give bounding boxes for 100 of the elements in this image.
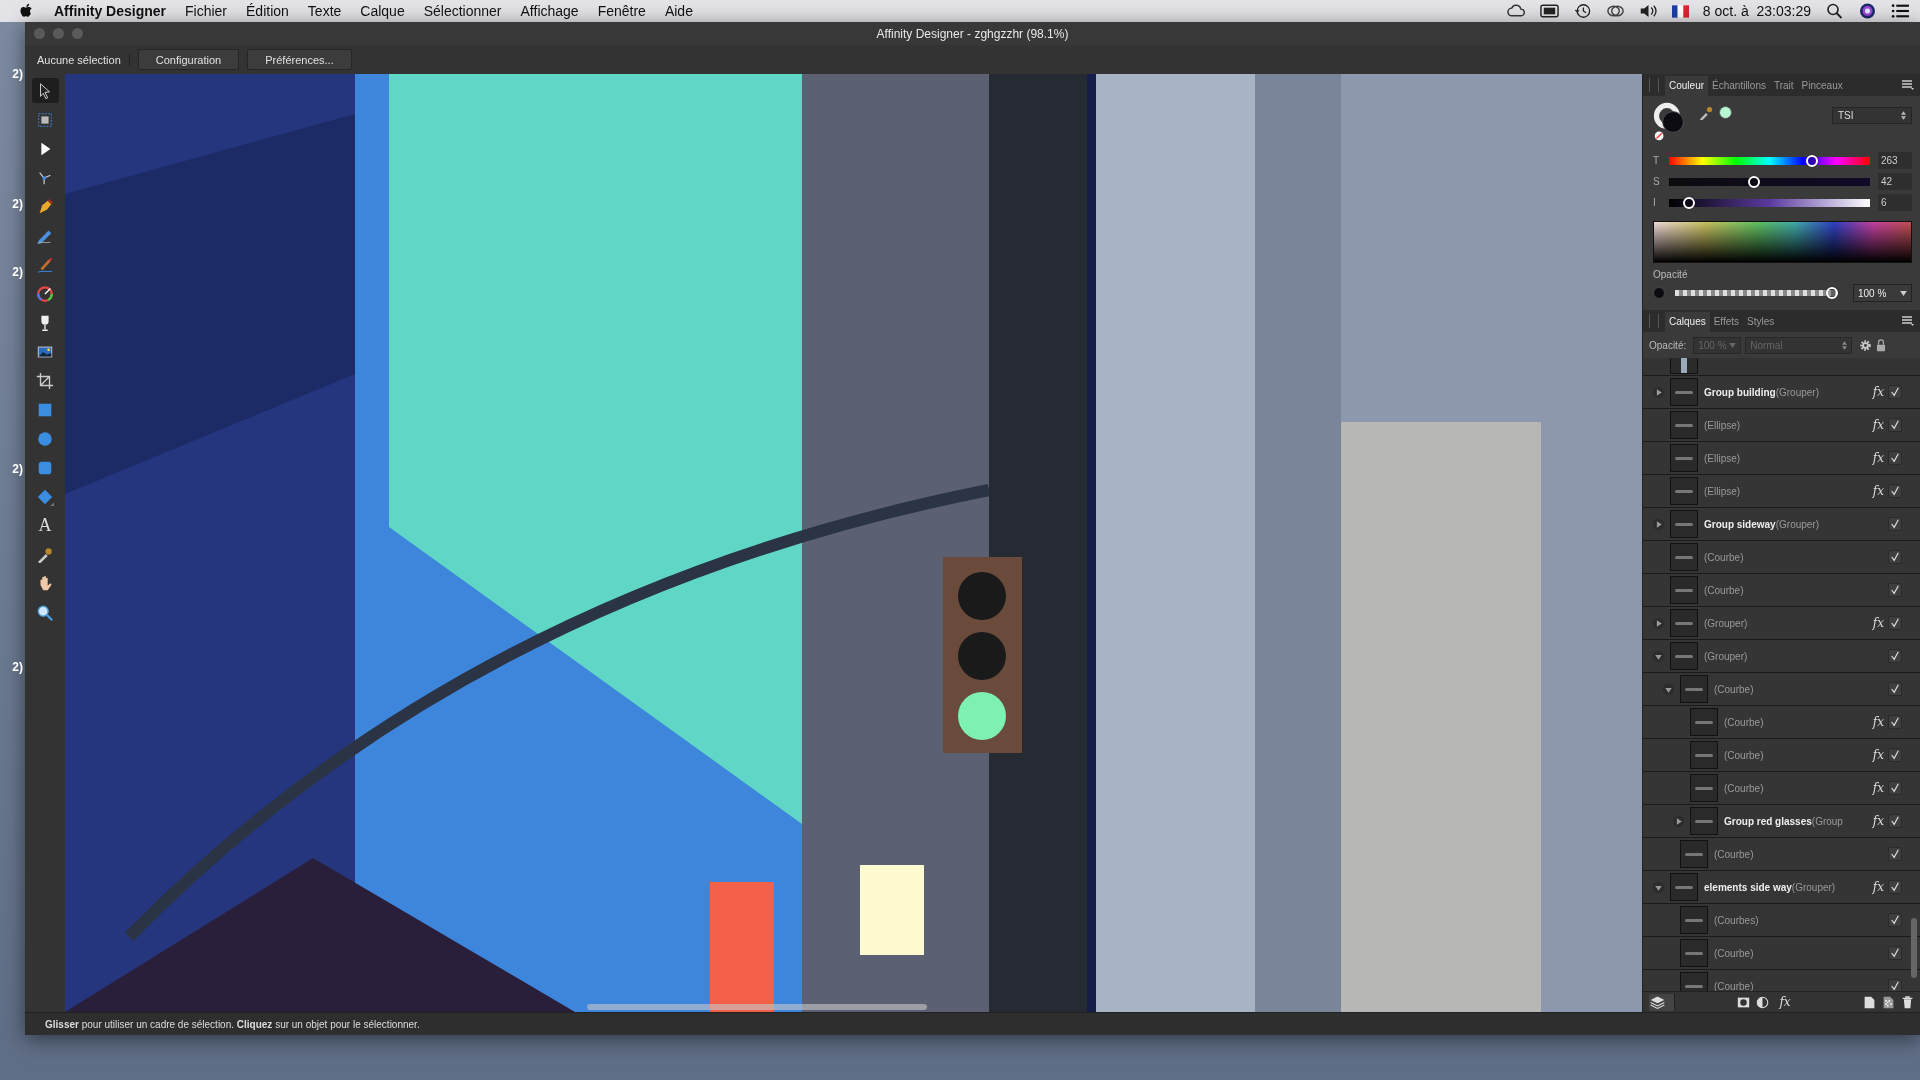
layer-row[interactable]: (Ellipse) fx (1643, 475, 1920, 508)
menu-icon[interactable] (1902, 80, 1914, 90)
menu-item[interactable]: Sélectionner (423, 3, 502, 19)
menu-item[interactable]: Édition (246, 3, 289, 19)
panel-tab[interactable]: Effets (1709, 312, 1744, 332)
effects-icon[interactable]: fx (1872, 616, 1884, 630)
layer-row[interactable]: (Ellipse) fx (1643, 442, 1920, 475)
tool-button[interactable]: A (31, 513, 59, 538)
layer-row[interactable]: Group red glasses(Group fx (1643, 805, 1920, 838)
effects-icon[interactable]: fx (1872, 781, 1884, 795)
toolbar-button[interactable]: Préférences... (247, 49, 352, 70)
layer-row[interactable]: (Courbe) (1643, 673, 1920, 706)
tool-button[interactable] (31, 78, 59, 103)
visibility-checkbox[interactable] (1888, 946, 1902, 960)
visibility-checkbox[interactable] (1888, 847, 1902, 861)
visibility-checkbox[interactable] (1888, 748, 1902, 762)
scrollbar[interactable] (587, 1004, 927, 1010)
visibility-checkbox[interactable] (1888, 979, 1902, 991)
layer-row[interactable]: (Grouper) (1643, 640, 1920, 673)
display-icon[interactable] (1539, 3, 1559, 19)
slider-thumb[interactable] (1748, 175, 1761, 188)
clock[interactable]: 8 oct. à 23:03:29 (1702, 3, 1811, 19)
menu-item[interactable]: Affichage (520, 3, 579, 19)
visibility-checkbox[interactable] (1888, 484, 1902, 498)
slider-track[interactable] (1667, 174, 1872, 189)
value-field[interactable]: 263 (1878, 152, 1912, 169)
layer-row[interactable]: (Grouper) fx (1643, 607, 1920, 640)
color-model-dropdown[interactable]: TSI (1832, 107, 1912, 124)
menu-item[interactable]: Aide (664, 3, 693, 19)
layer-row[interactable]: (Courbe) fx (1643, 772, 1920, 805)
color-spectrum[interactable] (1653, 221, 1912, 263)
visibility-checkbox[interactable] (1888, 880, 1902, 894)
clock-history-icon[interactable] (1572, 3, 1592, 19)
volume-icon[interactable] (1638, 3, 1658, 19)
panel-tab[interactable]: Échantillons (1708, 76, 1770, 96)
layer-row[interactable]: (Courbe) (1643, 838, 1920, 871)
visibility-checkbox[interactable] (1888, 913, 1902, 927)
menu-icon[interactable] (1902, 316, 1914, 326)
list-icon[interactable] (1891, 3, 1910, 19)
effects-icon[interactable]: fx (1872, 418, 1884, 432)
layer-row[interactable]: (Courbe) (1643, 541, 1920, 574)
lock-icon[interactable] (1876, 338, 1887, 352)
layer-row[interactable]: Group sideway(Grouper) (1643, 508, 1920, 541)
trash-icon[interactable] (1901, 995, 1914, 1009)
menu-item[interactable]: Calque (360, 3, 405, 19)
visibility-checkbox[interactable] (1888, 649, 1902, 663)
mask-icon[interactable] (1737, 995, 1751, 1009)
new-pixel-layer-icon[interactable] (1882, 995, 1895, 1009)
slider-track[interactable] (1667, 153, 1872, 168)
effects-icon[interactable]: fx (1872, 748, 1884, 762)
visibility-checkbox[interactable] (1888, 814, 1902, 828)
layer-row[interactable]: (Courbe) (1643, 574, 1920, 607)
slider-thumb[interactable] (1826, 287, 1838, 299)
new-page-icon[interactable] (1863, 995, 1876, 1009)
panel-tab[interactable]: Trait (1769, 76, 1798, 96)
settings-icon[interactable] (1859, 338, 1873, 352)
layers-icon[interactable] (1649, 993, 1675, 1011)
visibility-checkbox[interactable] (1888, 715, 1902, 729)
effects-icon[interactable]: fx (1872, 385, 1884, 399)
apple-icon[interactable] (20, 3, 34, 19)
layer-row[interactable]: (Courbe) (1643, 937, 1920, 970)
slider-thumb[interactable] (1683, 196, 1696, 209)
eyedropper-icon[interactable] (1699, 106, 1713, 120)
effects-icon[interactable]: fx (1872, 715, 1884, 729)
effects-icon[interactable]: fx (1872, 451, 1884, 465)
adjustment-icon[interactable] (1756, 995, 1770, 1009)
color-swatch[interactable] (1719, 106, 1732, 119)
layer-row[interactable]: (Courbe) fx (1643, 706, 1920, 739)
layer-row[interactable]: (Courbe) fx (1643, 739, 1920, 772)
visibility-checkbox[interactable] (1888, 616, 1902, 630)
panel-tab[interactable]: Couleur (1665, 76, 1709, 96)
scrollbar[interactable] (1911, 918, 1917, 978)
visibility-checkbox[interactable] (1888, 781, 1902, 795)
visibility-checkbox[interactable] (1888, 550, 1902, 564)
visibility-checkbox[interactable] (1888, 583, 1902, 597)
menu-item[interactable]: Texte (307, 3, 342, 19)
effects-icon[interactable]: fx (1872, 880, 1884, 894)
slider-track[interactable] (1667, 195, 1872, 210)
search-icon[interactable] (1825, 3, 1844, 19)
layer-row[interactable]: (Courbes) (1643, 904, 1920, 937)
sync-icon[interactable] (1605, 3, 1625, 19)
panel-tab[interactable]: Calques (1665, 312, 1710, 332)
menu-item[interactable]: Fenêtre (597, 3, 646, 19)
cloud-icon[interactable] (1506, 3, 1526, 19)
menu-item[interactable]: Fichier (185, 3, 228, 19)
effects-icon[interactable]: fx (1872, 814, 1884, 828)
toolbar-button[interactable]: Configuration (137, 49, 240, 70)
layer-row[interactable]: (Ellipse) fx (1643, 409, 1920, 442)
visibility-checkbox[interactable] (1888, 682, 1902, 696)
value-field[interactable]: 42 (1878, 173, 1912, 190)
panel-tab[interactable]: Styles (1743, 312, 1779, 332)
visibility-checkbox[interactable] (1888, 517, 1902, 531)
value-field[interactable]: 6 (1878, 194, 1912, 211)
assistant-icon[interactable] (1858, 3, 1877, 19)
slider-thumb[interactable] (1805, 154, 1818, 167)
visibility-checkbox[interactable] (1888, 451, 1902, 465)
app-menu[interactable]: Affinity Designer (54, 3, 166, 19)
layer-row[interactable]: Group building(Grouper) fx (1643, 376, 1920, 409)
effects-button[interactable]: fx (1779, 995, 1791, 1009)
panel-tab[interactable]: Pinceaux (1797, 76, 1847, 96)
